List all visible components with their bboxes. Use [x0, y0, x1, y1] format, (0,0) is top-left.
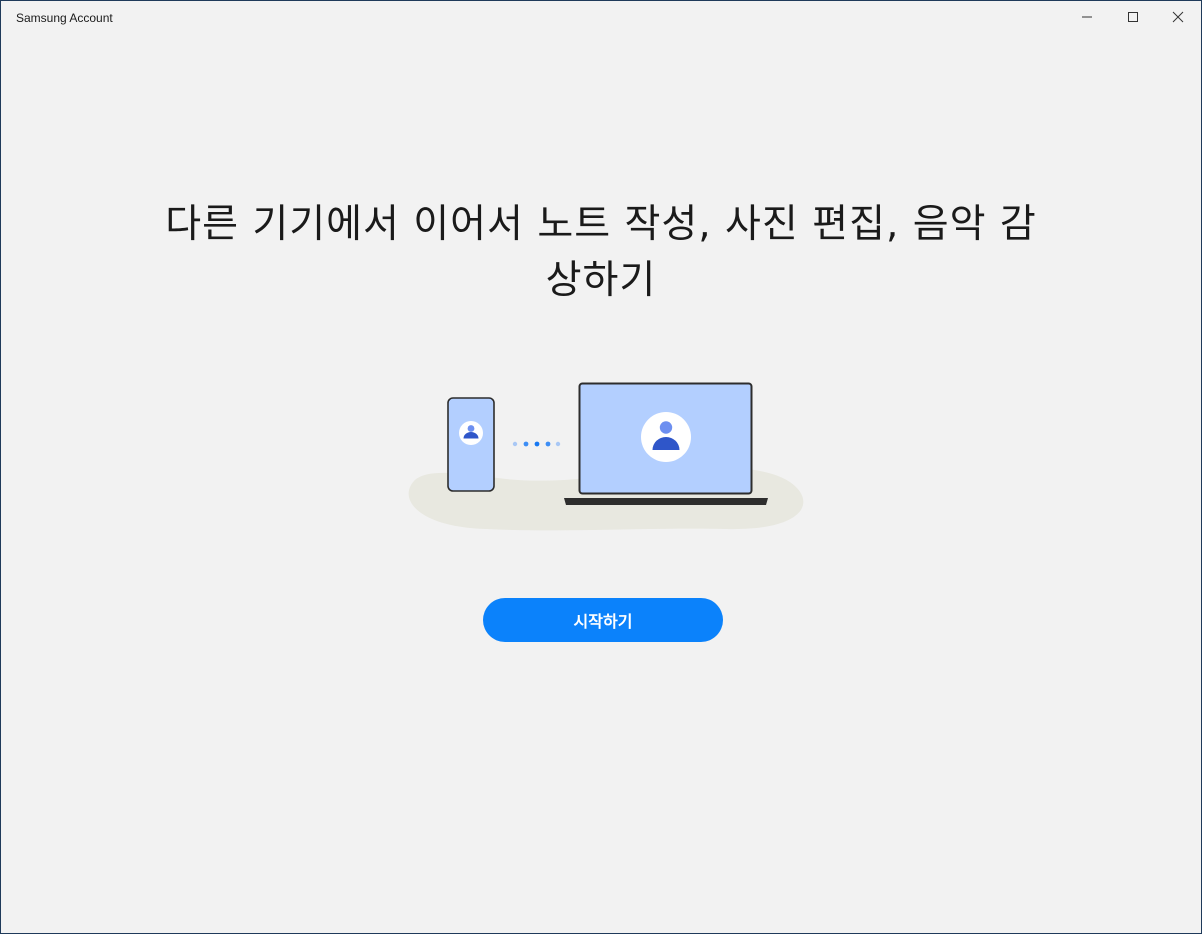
device-continuity-illustration	[408, 382, 804, 531]
headline-line-2: 상하기	[545, 258, 657, 303]
maximize-icon	[1128, 12, 1138, 22]
maximize-button[interactable]	[1110, 1, 1156, 33]
minimize-button[interactable]	[1064, 1, 1110, 33]
title-bar[interactable]: Samsung Account	[1, 1, 1201, 35]
phone-icon	[447, 397, 495, 492]
headline-line-1: 다른 기기에서 이어서 노트 작성, 사진 편집, 음악 감	[165, 202, 1037, 247]
minimize-icon	[1082, 16, 1092, 18]
page-headline: 다른 기기에서 이어서 노트 작성, 사진 편집, 음악 감 상하기	[101, 197, 1101, 309]
connection-dots-icon	[512, 441, 561, 447]
close-icon	[1172, 11, 1184, 23]
close-button[interactable]	[1155, 1, 1201, 33]
laptop-icon	[564, 382, 768, 505]
window-title: Samsung Account	[16, 11, 113, 25]
start-button[interactable]: 시작하기	[483, 598, 723, 642]
user-avatar-icon	[641, 412, 691, 462]
app-window: Samsung Account 다른 기기에서 이어서 노트 작성, 사진 편집…	[0, 0, 1202, 934]
